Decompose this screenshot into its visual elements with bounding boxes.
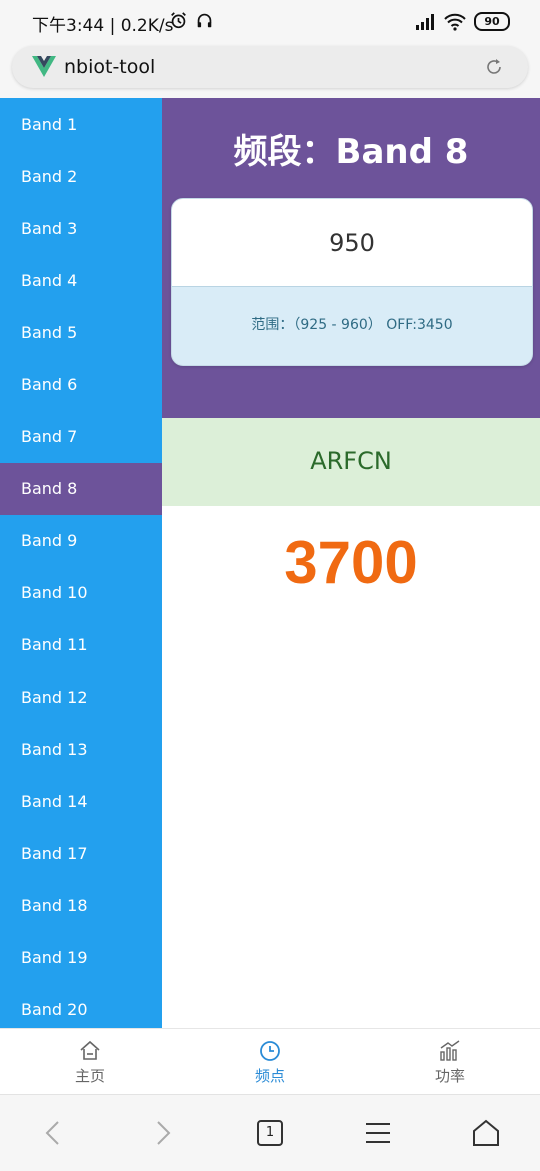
alarm-icon [171,12,186,29]
menu-button[interactable] [348,1108,408,1158]
main-content: 频段：Band 8 范围：（925 - 960） OFF:3450 ARFCN … [162,98,540,1028]
home-outline-icon [473,1119,499,1146]
status-right: 90 [414,12,510,31]
browser-nav-bar: 1 [0,1094,540,1171]
signal-icon [416,13,434,30]
arfcn-value: 3700 [284,529,418,596]
arfcn-label: ARFCN [162,418,540,506]
battery-icon: 90 [474,12,510,31]
band-panel: 频段：Band 8 范围：（925 - 960） OFF:3450 [162,98,540,418]
forward-button[interactable] [132,1108,192,1158]
chevron-left-icon [45,1121,59,1145]
clock-icon [260,1040,280,1061]
sidebar-item-band[interactable]: Band 1 [0,98,162,150]
address-bar-area: nbiot-tool [0,40,540,98]
bottom-tab-bar: 主页 频点 功率 [0,1028,540,1095]
sidebar-item-band[interactable]: Band 13 [0,723,162,775]
tab-home[interactable]: 主页 [0,1029,180,1095]
sidebar-item-band[interactable]: Band 9 [0,515,162,567]
sidebar-item-band[interactable]: Band 8 [0,462,162,515]
tabs-count: 1 [257,1120,283,1146]
home-button[interactable] [456,1108,516,1158]
menu-icon [366,1123,390,1143]
chevron-right-icon [157,1121,171,1145]
vue-logo-icon [32,56,56,77]
tabs-button[interactable]: 1 [240,1108,300,1158]
range-text: 范围：（925 - 960） OFF:3450 [251,317,453,333]
sidebar-item-band[interactable]: Band 7 [0,411,162,463]
sidebar-item-band[interactable]: Band 18 [0,879,162,931]
sidebar-item-band[interactable]: Band 2 [0,150,162,202]
sidebar-item-band[interactable]: Band 4 [0,254,162,306]
tab-home-label: 主页 [74,1066,105,1085]
tab-frequency[interactable]: 频点 [180,1029,360,1095]
status-time: 下午3:44 | 0.2K/s [32,16,174,36]
home-icon [80,1040,100,1060]
sidebar-item-band[interactable]: Band 14 [0,775,162,827]
sidebar-item-band[interactable]: Band 3 [0,202,162,254]
url-text: nbiot-tool [64,56,156,78]
sidebar-item-band[interactable]: Band 5 [0,306,162,358]
back-button[interactable] [24,1108,84,1158]
headset-icon [197,13,212,28]
status-bar: 下午3:44 | 0.2K/s 90 [0,0,540,40]
tab-power[interactable]: 功率 [360,1029,540,1095]
band-sidebar: Band 1 Band 2 Band 3 Band 4 Band 5 Band 6 Band… [0,98,162,1028]
sidebar-item-band[interactable]: Band 19 [0,932,162,984]
sidebar-item-band[interactable]: Band 17 [0,827,162,879]
wifi-icon [444,13,466,31]
sidebar-item-band[interactable]: Band 12 [0,671,162,723]
frequency-card: 范围：（925 - 960） OFF:3450 [171,198,533,366]
sidebar-item-band[interactable]: Band 6 [0,358,162,410]
band-title: 频段：Band 8 [233,132,469,172]
tab-frequency-label: 频点 [254,1066,285,1085]
refresh-icon[interactable] [484,57,504,77]
address-bar[interactable]: nbiot-tool [12,46,528,88]
tab-power-label: 功率 [434,1066,465,1085]
bar-chart-icon [440,1039,460,1061]
sidebar-item-band[interactable]: Band 20 [0,984,162,1028]
frequency-input[interactable] [172,199,532,287]
sidebar-item-band[interactable]: Band 11 [0,619,162,671]
sidebar-item-band[interactable]: Band 10 [0,567,162,619]
